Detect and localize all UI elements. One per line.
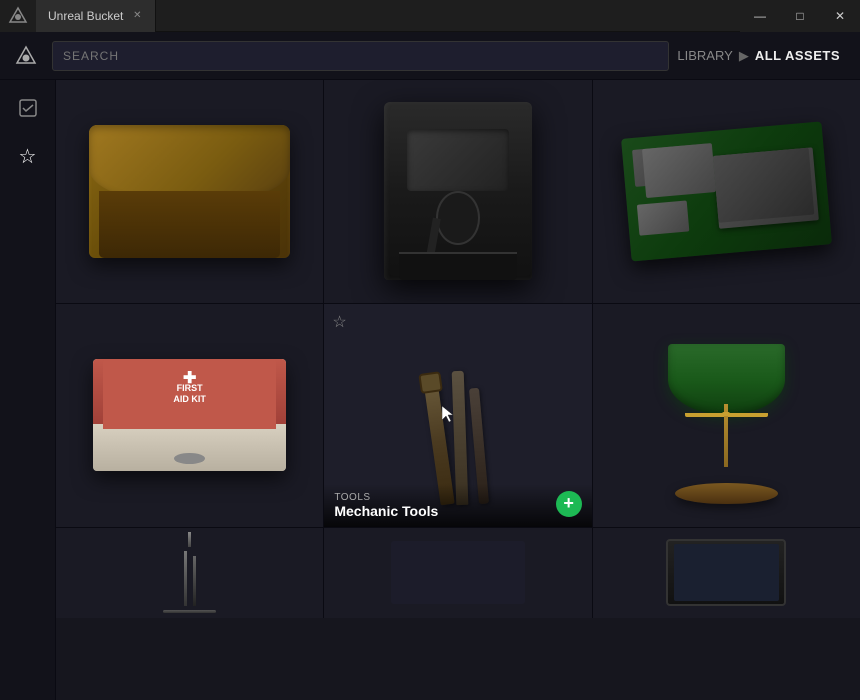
asset-category-label: Tools <box>334 492 581 503</box>
sidebar-item-checklist[interactable] <box>12 92 44 124</box>
asset-cell-coffee-machine[interactable] <box>324 80 591 303</box>
asset-title-label: Mechanic Tools <box>334 503 581 519</box>
title-bar-left: Unreal Bucket ✕ <box>0 0 156 32</box>
title-bar: Unreal Bucket ✕ — □ ✕ <box>0 0 860 32</box>
grid-area[interactable]: ✚ FIRSTAID KIT ☆ <box>56 80 860 700</box>
asset-cell-partial-1[interactable] <box>56 528 323 618</box>
banker-lamp-visual <box>653 326 800 504</box>
app-logo <box>0 0 36 32</box>
asset-cell-circuit-board[interactable] <box>593 80 860 303</box>
tab-close-button[interactable]: ✕ <box>131 10 143 22</box>
asset-hover-overlay: Tools Mechanic Tools + <box>324 484 591 527</box>
breadcrumb-arrow: ▶ <box>739 48 749 64</box>
breadcrumb: LIBRARY ▶ ALL ASSETS <box>677 48 852 64</box>
lamp-base <box>675 483 778 504</box>
tablet-visual <box>666 539 786 607</box>
sidebar-item-favorites[interactable]: ☆ <box>12 140 44 172</box>
search-input[interactable] <box>63 49 658 63</box>
tab-title: Unreal Bucket <box>48 9 123 23</box>
sidebar: ☆ <box>0 80 56 700</box>
asset-cell-first-aid[interactable]: ✚ FIRSTAID KIT <box>56 304 323 527</box>
search-box[interactable] <box>52 41 669 71</box>
add-asset-button[interactable]: + <box>556 491 582 517</box>
antenna-base <box>163 610 216 613</box>
restore-button[interactable]: □ <box>780 0 820 32</box>
antenna-visual <box>136 532 243 613</box>
title-bar-tab[interactable]: Unreal Bucket ✕ <box>36 0 156 32</box>
main-layout: ☆ <box>0 80 860 700</box>
asset-cell-partial-2[interactable] <box>324 528 591 618</box>
minimize-button[interactable]: — <box>740 0 780 32</box>
circuit-board-visual <box>621 122 831 262</box>
mechanic-tools-visual <box>364 326 551 504</box>
breadcrumb-library[interactable]: LIBRARY <box>677 48 732 63</box>
asset-cell-partial-3[interactable] <box>593 528 860 618</box>
close-button[interactable]: ✕ <box>820 0 860 32</box>
breadcrumb-current: ALL ASSETS <box>755 48 840 63</box>
nav-bar: LIBRARY ▶ ALL ASSETS <box>0 32 860 80</box>
asset-cell-bread-box[interactable] <box>56 80 323 303</box>
coffee-machine-visual <box>384 102 531 280</box>
asset-cell-banker-lamp[interactable] <box>593 304 860 527</box>
bread-box-visual <box>89 125 289 259</box>
nav-logo-button[interactable] <box>8 38 44 74</box>
antenna-stick <box>188 532 191 547</box>
star-button[interactable]: ☆ <box>332 312 346 332</box>
first-aid-visual: ✚ FIRSTAID KIT <box>93 359 285 470</box>
partial-asset-2 <box>391 541 525 604</box>
asset-cell-mechanic-tools[interactable]: ☆ Tools Mechanic Tools + <box>324 304 591 527</box>
title-bar-controls: — □ ✕ <box>740 0 860 32</box>
assets-grid: ✚ FIRSTAID KIT ☆ <box>56 80 860 618</box>
